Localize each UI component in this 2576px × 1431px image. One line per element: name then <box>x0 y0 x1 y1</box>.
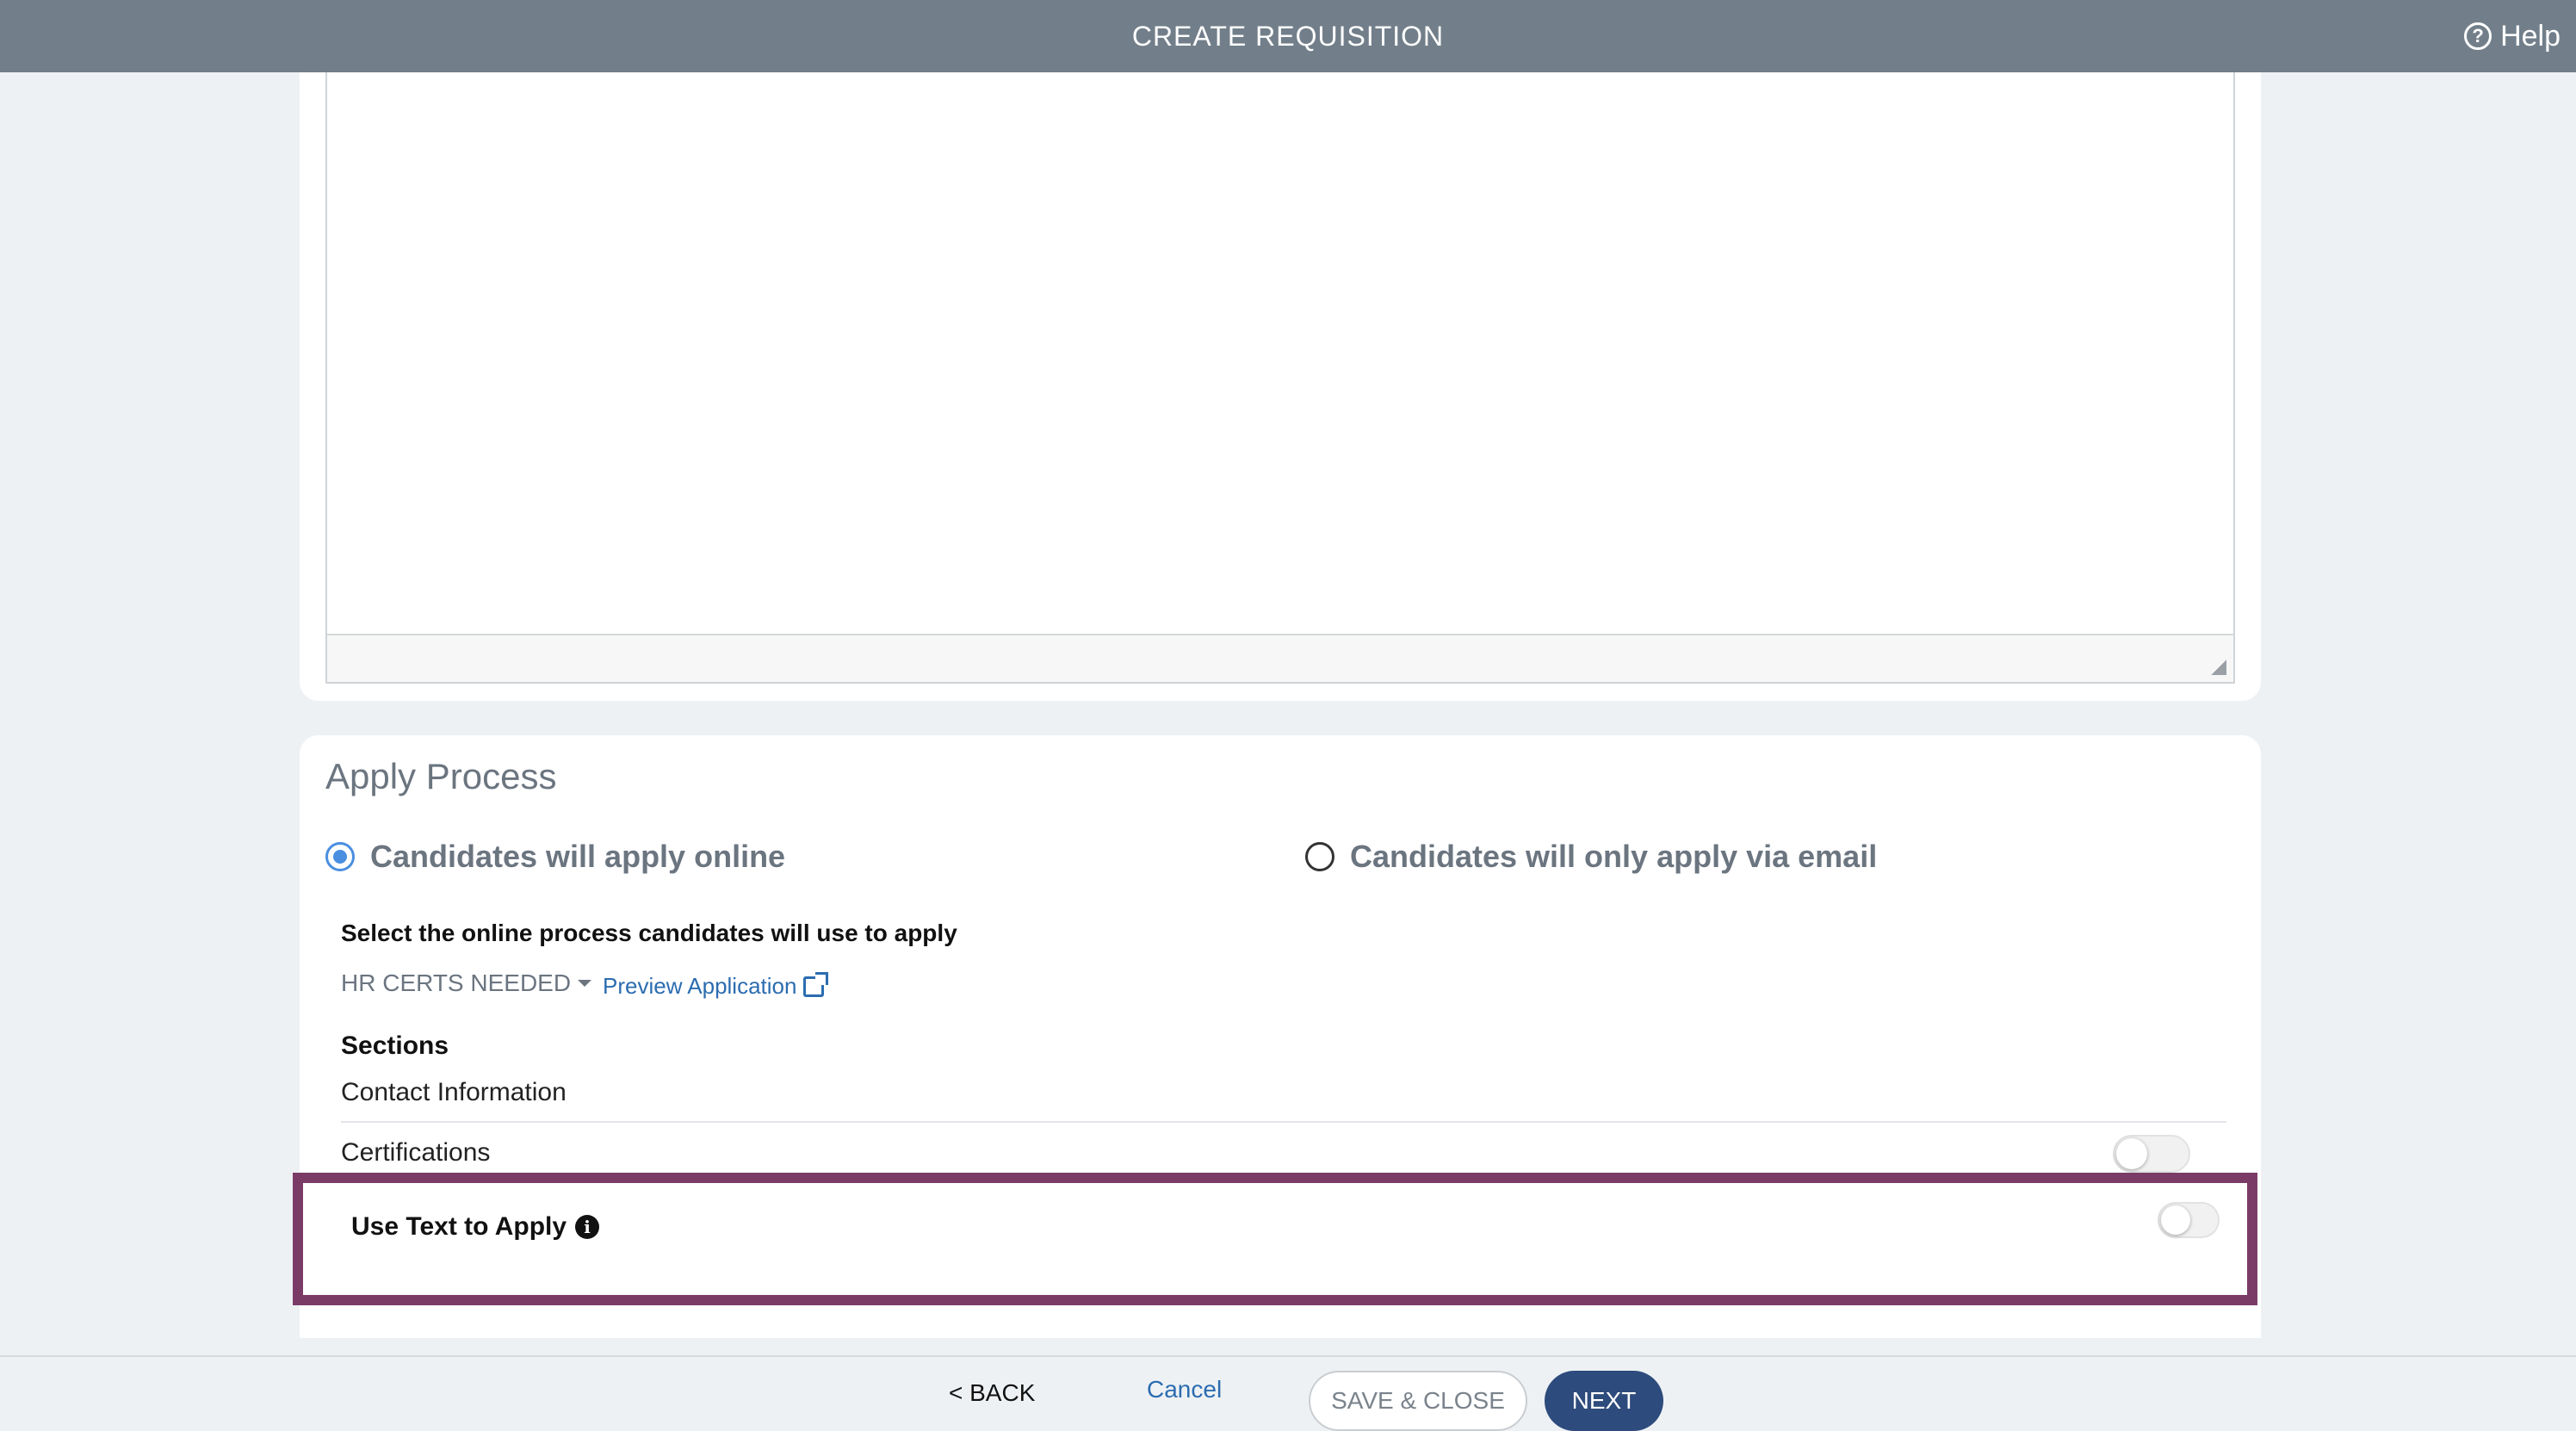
back-button[interactable]: < BACK <box>949 1379 1035 1407</box>
caret-down-icon <box>578 980 592 987</box>
help-circle-icon: ? <box>2464 22 2492 50</box>
radio-apply-online[interactable]: Candidates will apply online <box>325 839 785 875</box>
cancel-button[interactable]: Cancel <box>1147 1376 1222 1403</box>
apply-process-title: Apply Process <box>325 756 557 796</box>
text-to-apply-label: Use Text to Apply <box>351 1212 567 1241</box>
help-label: Help <box>2500 19 2561 53</box>
textarea-status-bar <box>327 634 2233 682</box>
toggle-knob <box>2161 1205 2190 1235</box>
certifications-toggle[interactable] <box>2113 1135 2190 1173</box>
preview-application-label: Preview Application <box>603 973 797 999</box>
footer-action-bar: < BACK Cancel SAVE & CLOSE NEXT <box>0 1355 2576 1431</box>
preview-application-link[interactable]: Preview Application <box>603 971 829 1000</box>
sections-label: Sections <box>341 1031 449 1060</box>
section-certifications-label: Certifications <box>341 1138 491 1167</box>
radio-apply-online-label: Candidates will apply online <box>370 839 786 874</box>
radio-apply-email-label: Candidates will only apply via email <box>1350 839 1878 874</box>
process-select-label: Select the online process candidates wil… <box>341 920 957 946</box>
radio-unselected-icon[interactable] <box>1305 842 1334 871</box>
section-contact-information: Contact Information <box>341 1078 2226 1123</box>
description-textarea[interactable] <box>325 72 2235 684</box>
page-title: CREATE REQUISITION <box>1131 21 1445 52</box>
radio-apply-email[interactable]: Candidates will only apply via email <box>1305 839 1877 875</box>
help-button[interactable]: ? Help <box>2464 0 2561 72</box>
text-to-apply-row: Use Text to Apply i <box>351 1212 600 1242</box>
section-certifications: Certifications <box>341 1138 2226 1168</box>
radio-selected-icon[interactable] <box>325 842 355 871</box>
text-to-apply-highlight: Use Text to Apply i <box>293 1173 2257 1305</box>
description-card <box>300 72 2261 701</box>
process-dropdown[interactable]: HR CERTS NEEDED <box>341 969 592 997</box>
process-dropdown-value: HR CERTS NEEDED <box>341 969 572 996</box>
resize-handle-icon[interactable] <box>2211 660 2226 675</box>
page-header: CREATE REQUISITION ? Help <box>0 0 2576 72</box>
external-link-icon <box>803 971 829 997</box>
text-to-apply-toggle[interactable] <box>2158 1202 2220 1238</box>
info-icon[interactable]: i <box>575 1215 600 1239</box>
toggle-knob <box>2116 1138 2147 1169</box>
section-contact-label: Contact Information <box>341 1078 567 1106</box>
